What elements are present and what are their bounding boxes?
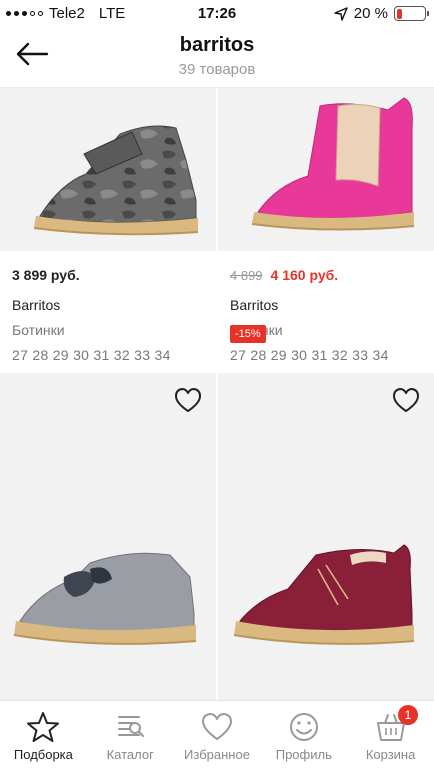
- product-sizes: 27 28 29 30 31 32 33 34: [12, 347, 171, 363]
- tab-label: Каталог: [106, 747, 154, 762]
- product-image[interactable]: [218, 88, 434, 251]
- tab-bar: Подборка Каталог Избранное Профиль Корзи…: [0, 700, 434, 770]
- tab-cart[interactable]: Корзина 1: [347, 701, 434, 770]
- location-arrow-icon: [334, 6, 348, 21]
- discount-badge: -15%: [230, 325, 266, 343]
- page-title: barritos: [179, 34, 255, 56]
- heart-icon: [201, 713, 232, 740]
- tab-selection[interactable]: Подборка: [0, 701, 87, 770]
- catalog-icon: [118, 716, 145, 737]
- tab-label: Избранное: [184, 747, 250, 762]
- product-card[interactable]: 3 899 руб. Barritos Ботинки 27 28 29 30 …: [0, 88, 216, 363]
- smile-icon: [289, 713, 318, 741]
- battery-label: 20 %: [353, 5, 388, 22]
- product-price: 3 899 руб.: [12, 267, 80, 283]
- tab-label: Корзина: [365, 747, 416, 762]
- product-card[interactable]: [0, 373, 216, 703]
- tab-favorites[interactable]: Избранное: [174, 701, 261, 770]
- product-image[interactable]: [218, 373, 434, 703]
- tab-label: Профиль: [275, 747, 332, 762]
- camo-boot-illustration: [33, 125, 199, 236]
- product-image[interactable]: [0, 373, 216, 703]
- tab-label: Подборка: [13, 747, 73, 762]
- product-image[interactable]: [0, 88, 216, 251]
- pink-boot-illustration: [251, 97, 415, 231]
- product-price: 4 160 руб.: [270, 267, 339, 283]
- product-category: Ботинки: [12, 322, 65, 338]
- nav-header: barritos 39 товаров: [0, 30, 434, 88]
- product-card[interactable]: [218, 373, 434, 703]
- star-icon: [27, 712, 60, 742]
- tab-catalog[interactable]: Каталог: [87, 701, 174, 770]
- burgundy-boot-illustration: [233, 544, 415, 645]
- cart-count-badge: 1: [397, 705, 418, 725]
- product-brand: Barritos: [12, 297, 61, 313]
- product-card[interactable]: -15% 4 899 4 160 руб. Barritos Ботинки 2…: [218, 88, 434, 363]
- product-brand: Barritos: [230, 297, 279, 313]
- product-old-price: 4 899: [230, 268, 263, 283]
- silver-boot-illustration: [13, 552, 197, 645]
- product-sizes: 27 28 29 30 31 32 33 34: [230, 347, 389, 363]
- status-bar: Tele2 LTE 17:26 20 %: [0, 0, 434, 30]
- battery-icon: [394, 6, 429, 21]
- items-count: 39 товаров: [178, 61, 256, 78]
- tab-profile[interactable]: Профиль: [260, 701, 347, 770]
